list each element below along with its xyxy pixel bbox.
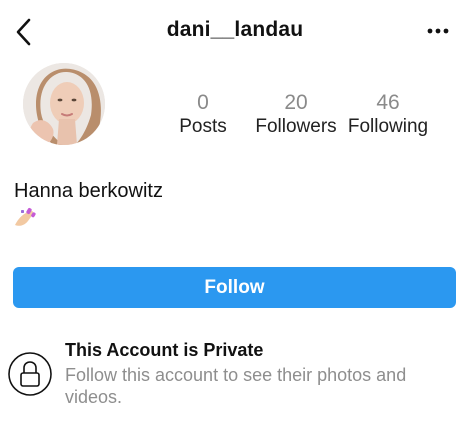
lock-icon — [6, 350, 54, 398]
avatar[interactable] — [23, 63, 105, 145]
private-account-title: This Account is Private — [65, 340, 264, 360]
profile-username: dani__landau — [166, 18, 304, 41]
following-count[interactable]: 46 Following — [333, 91, 443, 139]
nail-polish-emoji-icon — [12, 205, 38, 229]
follow-button[interactable]: Follow — [13, 267, 456, 308]
following-value: 46 — [376, 91, 400, 114]
more-options-button[interactable] — [418, 16, 458, 46]
profile-photo — [23, 63, 105, 145]
profile-screen: dani__landau 0 Posts 20 Followers 46 Fol… — [0, 0, 470, 429]
display-name: Hanna berkowitz — [14, 180, 163, 202]
more-horizontal-icon — [427, 28, 449, 34]
private-account-description: Follow this account to see their photos … — [65, 365, 407, 407]
following-label: Following — [347, 116, 429, 137]
